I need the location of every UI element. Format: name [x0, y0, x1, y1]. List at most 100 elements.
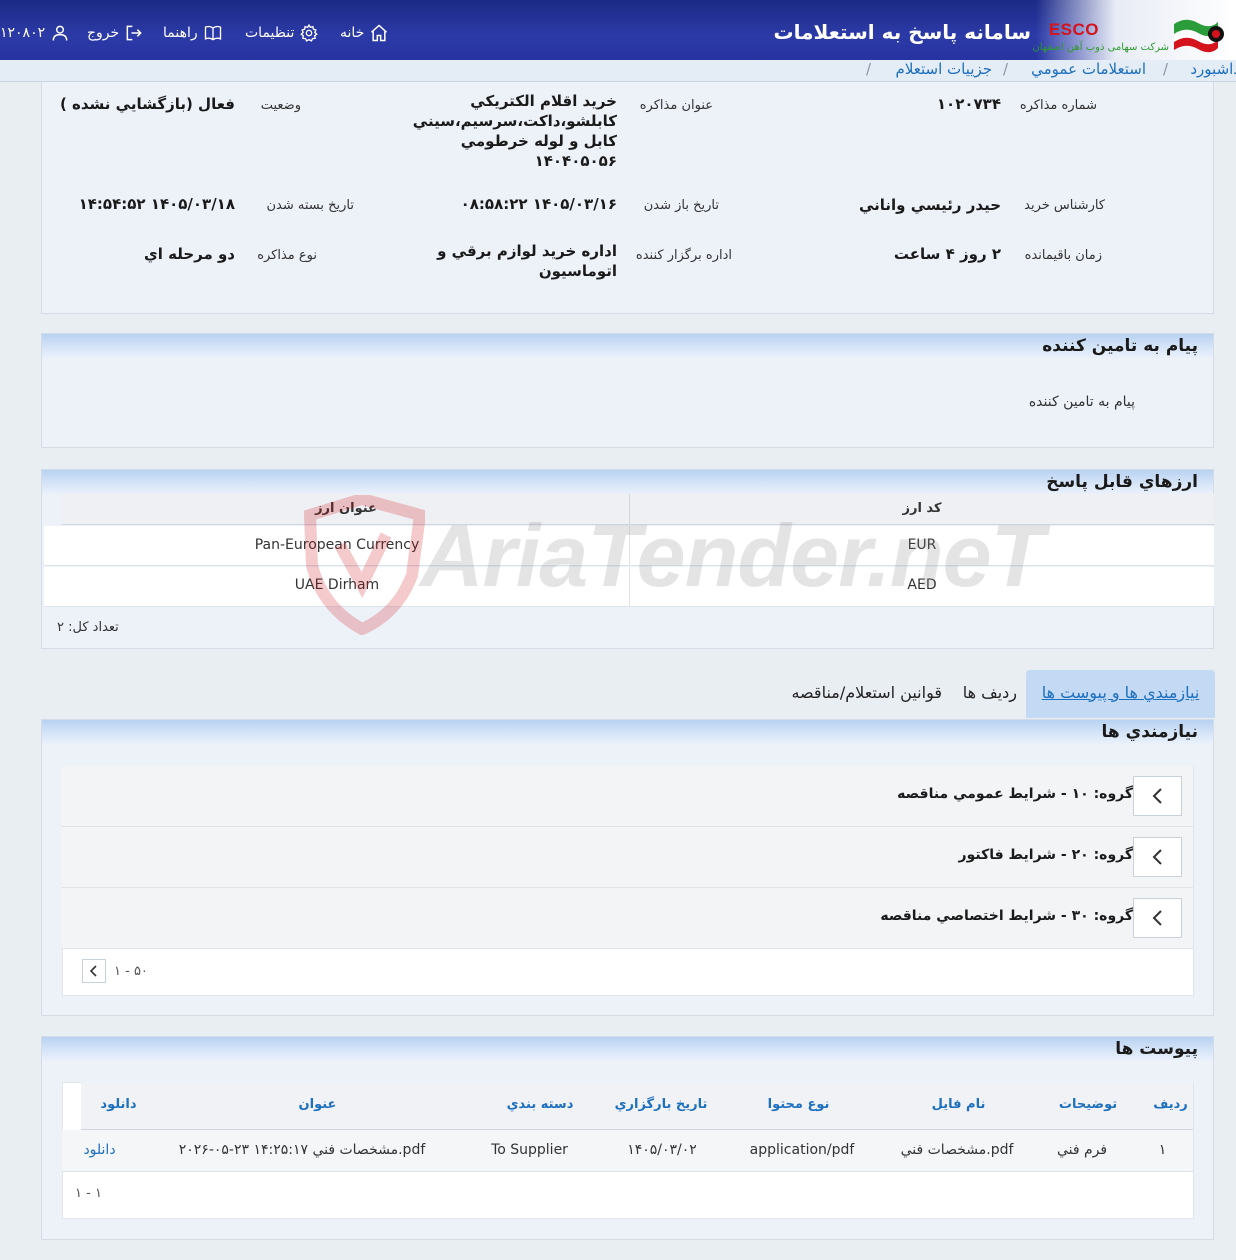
nav-user[interactable]: ۱۲۰۸۰۲: [0, 23, 70, 43]
list-item[interactable]: گروه: ۲۰ - شرايط فاکتور: [62, 827, 1193, 888]
column-divider: [629, 494, 630, 525]
negotiation-type-value: دو مرحله اي: [143, 245, 235, 263]
breadcrumb-separator: /: [1162, 60, 1168, 78]
negotiation-number-label: شماره مذاکره: [1019, 98, 1097, 113]
col-category[interactable]: دسته بندي: [479, 1097, 601, 1112]
col-download[interactable]: دانلود: [81, 1097, 156, 1112]
needs-header: نيازمندي ها: [42, 720, 1213, 744]
chevron-left-icon: [1152, 910, 1162, 926]
supplier-message-panel: پيام به تامين کننده پيام به تامين کننده: [41, 333, 1214, 448]
nav-home[interactable]: خانه: [340, 23, 389, 43]
download-link[interactable]: دانلود: [62, 1142, 137, 1158]
status-label: وضعيت: [260, 98, 301, 113]
list-item[interactable]: گروه: ۱۰ - شرايط عمومي مناقصه: [62, 766, 1193, 827]
nav-help[interactable]: راهنما: [163, 23, 223, 43]
col-file-name[interactable]: نام فايل: [876, 1097, 1041, 1112]
brand-name: ESCO: [1048, 20, 1099, 39]
column-divider: [629, 526, 630, 566]
buyer-value: حيدر رئيسي واناني: [858, 196, 1001, 214]
attachments-title: پيوست ها: [1115, 1039, 1198, 1059]
table-row[interactable]: AED UAE Dirham: [44, 567, 1214, 607]
col-description[interactable]: توضيحات: [1049, 1097, 1127, 1112]
nav-logout-label: خروج: [87, 25, 120, 41]
pager-prev-button[interactable]: [82, 959, 106, 983]
tab-rows[interactable]: رديف ها: [963, 670, 1017, 718]
organizer-line: اتوماسيون: [538, 262, 617, 280]
currency-code-cell: AED: [907, 577, 937, 593]
attachments-header: پيوست ها: [42, 1037, 1213, 1061]
buyer-label: کارشناس خريد: [1024, 198, 1105, 213]
nav-settings[interactable]: تنظیمات: [245, 23, 319, 43]
attachment-row-number: ۱: [1158, 1142, 1167, 1158]
negotiation-type-label: نوع مذاکره: [257, 248, 317, 263]
table-row[interactable]: ۱ فرم فني مشخصات فني.pdf application/pdf…: [62, 1130, 1193, 1172]
nav-logout[interactable]: خروج: [87, 23, 144, 43]
supplier-message-text: پيام به تامين کننده: [1028, 394, 1135, 410]
chevron-left-icon: [1152, 788, 1162, 804]
breadcrumb-dashboard[interactable]: داشبورد: [1190, 60, 1236, 78]
tab-needs-attachments[interactable]: نيازمندي ها و پيوست ها: [1026, 670, 1215, 718]
attachment-content-type: application/pdf: [749, 1142, 855, 1158]
col-content-type[interactable]: نوع محتوا: [721, 1097, 876, 1112]
top-bar: ESCO شرکت سهامی ذوب آهن اصفهان سامانه پا…: [0, 0, 1236, 60]
negotiation-number: ۱۰۲۰۷۳۴: [936, 95, 1001, 113]
breadcrumb-public-inquiries[interactable]: استعلامات عمومي: [1031, 60, 1146, 78]
currencies-total-count: تعداد کل: ۲: [57, 620, 119, 635]
currencies-header: ارزهاي قابل پاسخ: [42, 470, 1213, 494]
breadcrumb: داشبورد / استعلامات عمومي / جزييات استعل…: [0, 60, 1236, 82]
user-icon: [52, 25, 68, 41]
attachments-pager-range: ۱ - ۱: [75, 1186, 102, 1201]
expand-group-button[interactable]: [1133, 898, 1182, 938]
breadcrumb-separator: /: [865, 60, 871, 78]
organizer-line: اداره خريد لوازم برقي و: [437, 242, 617, 260]
tab-rules[interactable]: قوانين استعلام/مناقصه: [791, 670, 942, 718]
col-title[interactable]: عنوان: [156, 1097, 479, 1112]
nav-help-label: راهنما: [163, 25, 198, 41]
col-currency-code[interactable]: کد ارز: [630, 501, 1214, 516]
nav-settings-label: تنظیمات: [245, 25, 295, 41]
home-icon: [371, 24, 388, 42]
negotiation-title-line: کابلشو،داکت،سرسيم،سيني: [412, 112, 617, 130]
supplier-message-header: پيام به تامين کننده: [42, 334, 1213, 358]
col-upload-date[interactable]: تاريخ بارگزاري: [601, 1097, 721, 1112]
currency-title-cell: UAE Dirham: [294, 577, 380, 593]
expand-group-button[interactable]: [1133, 837, 1182, 877]
organizer-label: اداره برگزار کننده: [635, 248, 732, 263]
open-date-label: تاريخ باز شدن: [643, 198, 719, 213]
status-value: فعال (بازگشايي نشده ): [59, 95, 235, 113]
attachment-category: To Supplier: [491, 1142, 568, 1158]
table-row[interactable]: EUR Pan-European Currency: [44, 526, 1214, 566]
user-id: ۱۲۰۸۰۲: [0, 25, 46, 41]
chevron-left-icon: [89, 965, 97, 977]
close-date-label: تاريخ بسته شدن: [266, 198, 354, 213]
negotiation-title: خريد اقلام الكتريكي کابلشو،داکت،سرسيم،سي…: [397, 91, 617, 171]
currencies-table-header: کد ارز عنوان ارز: [62, 494, 1214, 525]
col-row[interactable]: رديف: [1148, 1097, 1193, 1112]
remaining-time-label: زمان باقيمانده: [1024, 248, 1102, 263]
expand-group-button[interactable]: [1133, 776, 1182, 816]
attachments-table-header: رديف توضيحات نام فايل نوع محتوا تاريخ با…: [81, 1082, 1193, 1130]
negotiation-title-line: ۱۴۰۴۰۵۰۵۶: [534, 152, 617, 170]
attachment-title: ۲۰۲۶-۰۵-۲۳ ۱۴:۲۵:۱۷ مشخصات فني.pdf: [178, 1142, 426, 1158]
group-label: گروه: ۳۰ - شرايط اختصاصي مناقصه: [880, 908, 1133, 924]
negotiation-title-label: عنوان مذاکره: [639, 98, 713, 113]
column-divider: [629, 567, 630, 607]
open-date-value: ۱۴۰۵/۰۳/۱۶ ۰۸:۵۸:۲۲: [460, 195, 617, 213]
nav-home-label: خانه: [340, 25, 365, 41]
col-currency-title[interactable]: عنوان ارز: [62, 501, 630, 516]
breadcrumb-separator: /: [1002, 60, 1008, 78]
negotiation-title-line: خريد اقلام الكتريكي: [470, 92, 617, 110]
currency-title-cell: Pan-European Currency: [254, 537, 420, 553]
brand-subtitle: شرکت سهامی ذوب آهن اصفهان: [1032, 42, 1169, 53]
breadcrumb-inquiry-details[interactable]: جزييات استعلام: [896, 60, 992, 78]
book-icon: [204, 25, 221, 41]
remaining-time-value: ۲ روز ۴ ساعت: [893, 245, 1001, 263]
supplier-message-title: پيام به تامين کننده: [1042, 336, 1198, 356]
negotiation-title-line: کابل و لوله خرطومي: [460, 132, 617, 150]
attachment-file-name: مشخصات فني.pdf: [900, 1142, 1014, 1158]
gear-icon: [300, 23, 319, 42]
list-item[interactable]: گروه: ۳۰ - شرايط اختصاصي مناقصه: [62, 888, 1193, 949]
attachment-description: فرم فني: [1056, 1142, 1108, 1158]
currency-code-cell: EUR: [907, 537, 937, 553]
group-label: گروه: ۲۰ - شرايط فاکتور: [958, 847, 1133, 863]
